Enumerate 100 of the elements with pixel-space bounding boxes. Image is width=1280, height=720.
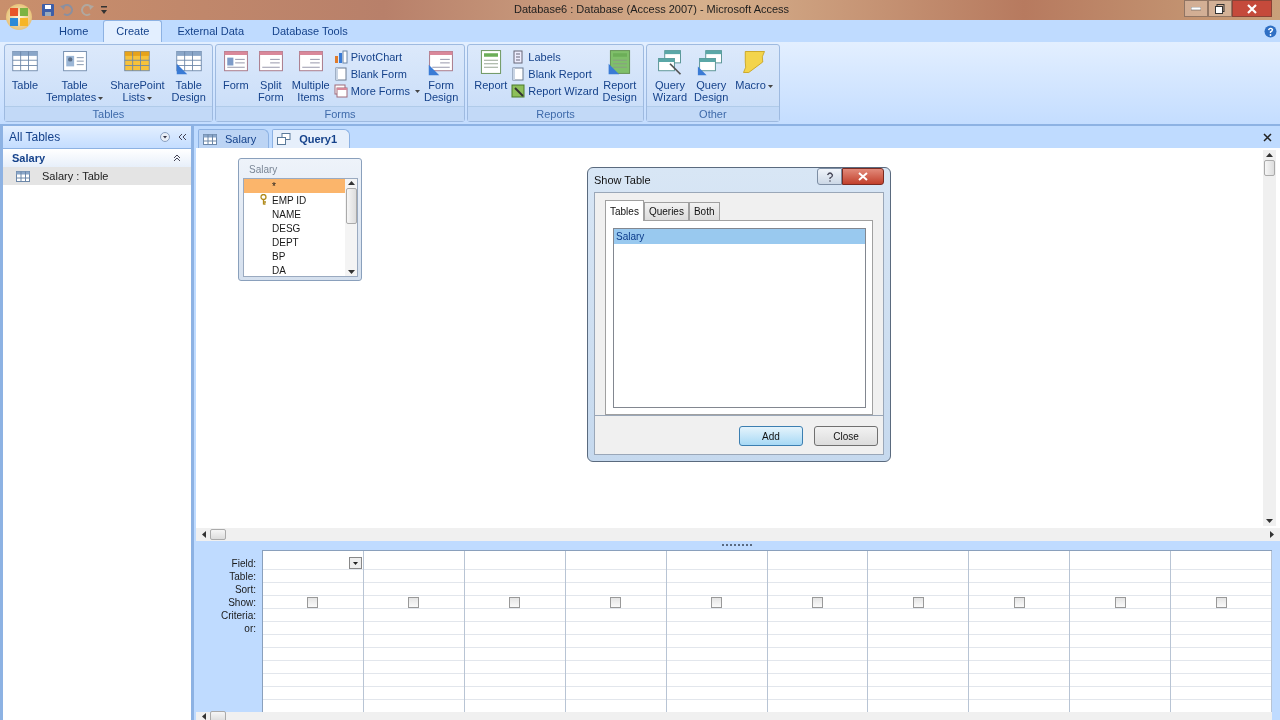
field-list-title: Salary bbox=[248, 163, 279, 177]
field-item[interactable]: DESG bbox=[244, 221, 345, 235]
scroll-right-icon[interactable] bbox=[1270, 531, 1274, 538]
show-checkbox[interactable] bbox=[408, 596, 420, 608]
ribbon-tab[interactable]: Database Tools bbox=[259, 20, 361, 42]
ribbon-button[interactable]: Query Design bbox=[691, 47, 732, 106]
close-icon bbox=[858, 172, 868, 181]
dialog-tab[interactable]: Tables bbox=[605, 200, 644, 221]
row-label: or: bbox=[244, 622, 256, 635]
close-button[interactable] bbox=[1232, 0, 1272, 17]
ribbon-button[interactable]: Query Wizard bbox=[649, 47, 691, 106]
close-dialog-button[interactable]: Close bbox=[814, 426, 878, 446]
table-icon bbox=[203, 133, 217, 145]
row-label: Criteria: bbox=[221, 609, 256, 622]
ribbon-button[interactable]: Report bbox=[471, 47, 511, 106]
close-button[interactable] bbox=[842, 168, 884, 185]
close-icon[interactable] bbox=[1263, 133, 1272, 142]
show-checkbox[interactable] bbox=[812, 596, 823, 608]
ribbon-button[interactable]: Labels bbox=[511, 50, 599, 64]
scrollbar[interactable] bbox=[345, 179, 357, 276]
show-checkbox[interactable] bbox=[509, 596, 521, 608]
ribbon-button[interactable]: Report Wizard bbox=[511, 84, 599, 98]
ribbon-button[interactable]: Table Design bbox=[168, 47, 209, 106]
scrollbar[interactable] bbox=[1263, 150, 1276, 526]
help-button[interactable] bbox=[817, 168, 842, 185]
scrollbar[interactable] bbox=[196, 528, 1280, 541]
field-item[interactable]: NAME bbox=[244, 207, 345, 221]
scroll-up-icon[interactable] bbox=[1266, 153, 1273, 157]
show-checkbox[interactable] bbox=[1114, 596, 1126, 608]
nav-item[interactable]: Salary : Table bbox=[3, 167, 191, 185]
window-title: Database6 : Database (Access 2007) - Microsoft Access bbox=[514, 3, 790, 15]
minimize-icon bbox=[1191, 6, 1201, 11]
field-item[interactable]: DEPT bbox=[244, 235, 345, 249]
document-tab[interactable]: Query1 bbox=[272, 129, 351, 148]
document-tab[interactable]: Salary bbox=[198, 129, 270, 148]
help-icon[interactable] bbox=[1264, 24, 1277, 38]
ribbon-tab[interactable]: Home bbox=[46, 20, 102, 42]
ribbon-button[interactable]: Report Design bbox=[599, 47, 640, 106]
ribbon-button[interactable]: Blank Report bbox=[511, 67, 599, 81]
dialog-tab[interactable]: Queries bbox=[643, 202, 689, 220]
show-checkbox[interactable] bbox=[1215, 596, 1227, 608]
ribbon-button[interactable]: Table bbox=[8, 47, 42, 106]
collapse-icon[interactable] bbox=[178, 133, 187, 141]
field-item[interactable]: EMP ID bbox=[244, 193, 345, 207]
show-checkbox[interactable] bbox=[1013, 596, 1025, 608]
scroll-down-icon[interactable] bbox=[347, 270, 355, 274]
field-item[interactable]: BP bbox=[244, 249, 345, 263]
scrollbar[interactable] bbox=[196, 712, 1272, 720]
scroll-left-icon[interactable] bbox=[202, 531, 206, 538]
caret-icon bbox=[147, 96, 153, 100]
wand-icon bbox=[511, 84, 526, 98]
dialog-tab[interactable]: Both bbox=[688, 202, 720, 220]
caret-icon bbox=[767, 84, 773, 88]
query-icon bbox=[277, 133, 292, 145]
dropdown-icon[interactable] bbox=[160, 132, 170, 142]
scroll-down-icon[interactable] bbox=[1266, 519, 1273, 523]
ribbon-button[interactable]: Form bbox=[218, 47, 253, 106]
row-label: Sort: bbox=[234, 583, 256, 596]
scroll-thumb[interactable] bbox=[345, 188, 357, 224]
field-item[interactable]: * bbox=[244, 179, 345, 193]
scroll-thumb[interactable] bbox=[210, 710, 226, 720]
dialog-title: Show Table bbox=[594, 174, 651, 186]
form-design-icon bbox=[427, 48, 456, 76]
ribbon-button[interactable]: Form Design bbox=[421, 47, 462, 106]
question-icon bbox=[825, 171, 834, 182]
show-checkbox[interactable] bbox=[912, 596, 924, 608]
ribbon-button[interactable]: Macro bbox=[732, 47, 776, 106]
ribbon-button[interactable]: Multiple Items bbox=[288, 47, 333, 106]
table-list[interactable]: Salary bbox=[613, 228, 866, 408]
ribbon-button[interactable]: Table Templates bbox=[43, 47, 107, 106]
field-item[interactable]: DA bbox=[244, 263, 345, 276]
show-checkbox[interactable] bbox=[307, 596, 319, 608]
customize-icon[interactable] bbox=[100, 5, 108, 15]
add-button[interactable]: Add bbox=[739, 426, 803, 446]
scroll-left-icon[interactable] bbox=[202, 712, 206, 720]
restore-button[interactable] bbox=[1208, 0, 1232, 17]
collapse-icon[interactable] bbox=[173, 154, 181, 162]
ribbon-button[interactable]: More Forms bbox=[333, 84, 420, 98]
nav-title: All Tables bbox=[9, 130, 62, 144]
ribbon-button[interactable]: SharePoint Lists bbox=[107, 47, 168, 106]
restore-icon bbox=[1215, 3, 1225, 14]
row-label: Field: bbox=[231, 557, 256, 570]
ribbon-button[interactable]: Split Form bbox=[253, 47, 288, 106]
scroll-thumb[interactable] bbox=[1264, 160, 1275, 176]
list-item[interactable]: Salary bbox=[614, 229, 865, 244]
group-label: Tables bbox=[5, 106, 212, 121]
ribbon-tab[interactable]: Create bbox=[103, 20, 163, 42]
page-icon bbox=[511, 67, 526, 81]
scroll-thumb[interactable] bbox=[210, 529, 226, 540]
group-label: Other bbox=[646, 106, 779, 121]
ribbon-tab[interactable]: External Data bbox=[164, 20, 258, 42]
ribbon-button[interactable]: Blank Form bbox=[333, 67, 420, 81]
scroll-up-icon[interactable] bbox=[347, 181, 355, 185]
ribbon-button[interactable]: PivotChart bbox=[333, 50, 420, 64]
dropdown-icon[interactable] bbox=[348, 557, 362, 569]
show-checkbox[interactable] bbox=[711, 596, 723, 608]
office-button[interactable] bbox=[6, 4, 32, 30]
nav-group-title[interactable]: Salary bbox=[12, 152, 46, 164]
show-checkbox[interactable] bbox=[610, 596, 622, 608]
save-icon[interactable] bbox=[42, 4, 54, 16]
